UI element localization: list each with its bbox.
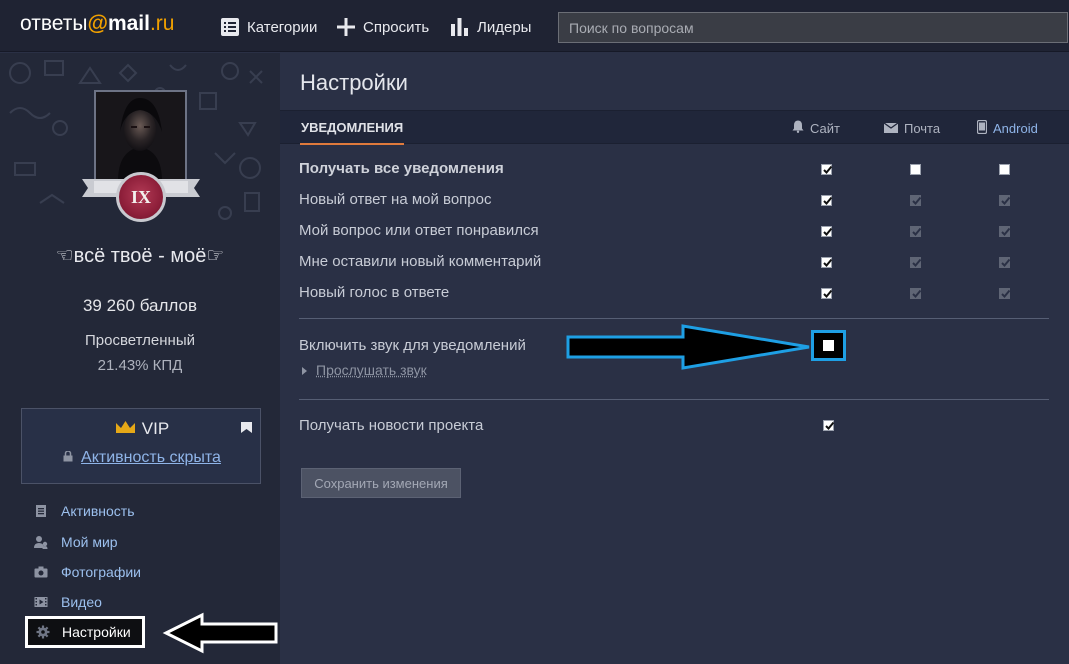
logo-at: @ <box>87 12 108 35</box>
site-logo[interactable]: ответы@mail.ru <box>20 12 174 36</box>
news-label: Получать новости проекта <box>299 417 484 434</box>
notification-checkbox-android[interactable] <box>999 288 1011 299</box>
bar-chart-icon <box>450 17 470 37</box>
notification-checkbox-site[interactable] <box>821 195 833 206</box>
save-button[interactable]: Сохранить изменения <box>301 468 461 498</box>
sidebar-item-label: Активность <box>61 503 135 519</box>
sound-checkbox[interactable] <box>811 330 846 361</box>
sidebar-item-label: Видео <box>61 594 102 610</box>
sidebar-item-label: Настройки <box>62 624 131 640</box>
bookmark-icon[interactable] <box>241 422 252 433</box>
top-bar: ответы@mail.ru Категории Спросить Лидеры <box>0 0 1069 52</box>
notification-checkbox-android[interactable] <box>999 226 1011 237</box>
camera-icon <box>34 565 48 579</box>
sidebar-item-label: Мой мир <box>61 534 118 550</box>
gear-icon <box>36 625 50 639</box>
notification-row-label: Новый ответ на мой вопрос <box>299 191 492 208</box>
listen-sound-link[interactable]: Прослушать звук <box>302 362 427 378</box>
nav-leaders-label: Лидеры <box>477 18 532 36</box>
search-input[interactable] <box>558 12 1068 43</box>
column-mail-label: Почта <box>904 120 941 136</box>
bell-icon <box>792 120 804 136</box>
rank-numeral: IX <box>130 186 151 207</box>
crown-icon <box>115 419 136 439</box>
envelope-icon <box>883 121 899 136</box>
column-android: Android <box>976 111 1038 145</box>
divider <box>299 399 1049 400</box>
document-icon <box>34 504 48 518</box>
right-arrow-annotation <box>566 324 810 370</box>
kpd: 21.43% КПД <box>97 357 183 374</box>
notification-checkbox-site[interactable] <box>821 164 833 175</box>
notification-checkbox-mail[interactable] <box>910 195 922 206</box>
people-icon <box>34 535 48 549</box>
plus-icon <box>336 17 356 37</box>
profile-sidebar: IX ☜всё твоё - моё☞ 39 260 баллов Просве… <box>0 53 280 664</box>
listen-sound-label: Прослушать звук <box>316 362 427 378</box>
notification-checkbox-android[interactable] <box>999 257 1011 268</box>
phone-icon <box>976 119 988 137</box>
notification-checkbox-mail[interactable] <box>910 226 922 237</box>
avatar[interactable] <box>94 90 187 183</box>
vip-activity-label: Активность скрыта <box>81 449 221 466</box>
nav-categories-label: Категории <box>247 18 318 36</box>
points: 39 260 баллов <box>82 296 198 315</box>
notification-checkbox-mail[interactable] <box>910 288 922 299</box>
username: ☜всё твоё - моё☞ <box>55 245 225 267</box>
sidebar-item-activity[interactable]: Активность <box>34 500 234 522</box>
sidebar-item-photos[interactable]: Фотографии <box>34 561 234 583</box>
caret-right-icon <box>302 362 307 378</box>
logo-prefix: ответы <box>20 12 88 35</box>
column-site-label: Сайт <box>810 120 840 136</box>
notification-checkbox-mail[interactable] <box>910 257 922 268</box>
news-checkbox[interactable] <box>823 420 835 431</box>
sidebar-item-settings[interactable]: Настройки <box>25 616 145 648</box>
notification-checkbox-site[interactable] <box>821 226 833 237</box>
notification-checkbox-android[interactable] <box>999 164 1010 175</box>
sidebar-item-video[interactable]: Видео <box>34 591 234 613</box>
list-icon <box>220 17 240 37</box>
left-arrow-annotation <box>162 612 278 654</box>
logo-mail: mail <box>107 12 150 35</box>
divider <box>299 318 1049 319</box>
vip-activity-link[interactable]: Активность скрыта <box>22 449 262 467</box>
notification-row-label: Мне оставили новый комментарий <box>299 253 542 270</box>
page-title: Настройки <box>300 70 408 95</box>
notification-row-label: Мой вопрос или ответ понравился <box>299 222 539 239</box>
lock-icon <box>63 449 73 467</box>
notification-checkbox-android[interactable] <box>999 195 1011 206</box>
tabs-bar: УВЕДОМЛЕНИЯ Сайт Почта Android <box>280 110 1069 145</box>
column-android-label: Android <box>993 120 1038 136</box>
notification-checkbox-site[interactable] <box>821 257 833 268</box>
settings-panel: Настройки УВЕДОМЛЕНИЯ Сайт Почта Android… <box>280 53 1069 664</box>
nav-categories[interactable]: Категории <box>220 16 317 38</box>
sound-checkbox-box <box>823 340 834 351</box>
notification-checkbox-mail[interactable] <box>910 164 921 175</box>
vip-title: VIP <box>22 419 262 439</box>
notification-row-label: Получать все уведомления <box>299 160 504 177</box>
film-icon <box>34 595 48 609</box>
vip-label: VIP <box>141 419 170 438</box>
column-site: Сайт <box>792 111 840 145</box>
notification-row-label: Новый голос в ответе <box>299 284 450 301</box>
nav-ask-label: Спросить <box>363 18 430 36</box>
sound-label: Включить звук для уведомлений <box>299 337 526 354</box>
sidebar-item-my-world[interactable]: Мой мир <box>34 531 234 553</box>
rank-badge: IX <box>116 172 166 222</box>
logo-ru: .ru <box>149 12 175 35</box>
notification-checkbox-site[interactable] <box>821 288 833 299</box>
sidebar-item-label: Фотографии <box>61 564 142 580</box>
column-mail: Почта <box>883 111 941 145</box>
nav-leaders[interactable]: Лидеры <box>450 16 531 38</box>
rank-title: Просветленный <box>85 332 195 349</box>
tab-notifications[interactable]: УВЕДОМЛЕНИЯ <box>300 111 405 145</box>
nav-ask[interactable]: Спросить <box>336 16 429 38</box>
vip-box: VIP Активность скрыта <box>21 408 261 484</box>
